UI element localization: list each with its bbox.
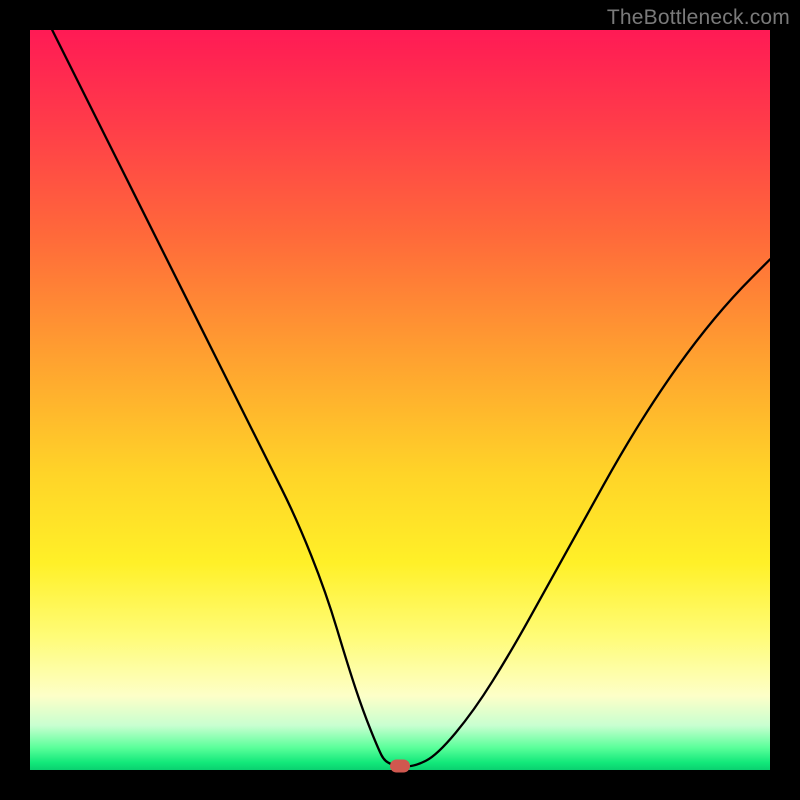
plot-area — [30, 30, 770, 770]
bottleneck-curve — [30, 30, 770, 770]
bottleneck-marker — [390, 760, 410, 773]
chart-frame: TheBottleneck.com — [0, 0, 800, 800]
watermark-text: TheBottleneck.com — [607, 6, 790, 30]
